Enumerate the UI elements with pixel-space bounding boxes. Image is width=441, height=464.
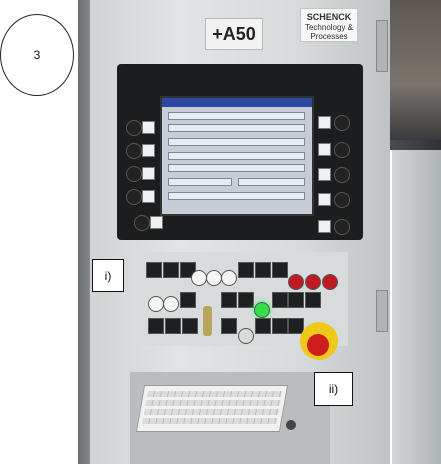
trackball[interactable] bbox=[286, 420, 296, 430]
figure-number: 3 bbox=[0, 14, 74, 96]
pushbutton[interactable] bbox=[272, 292, 288, 308]
keyboard[interactable] bbox=[135, 385, 289, 432]
key-switch[interactable] bbox=[203, 306, 212, 336]
softkey-round[interactable] bbox=[126, 166, 142, 182]
cabinet-tag: +A50 bbox=[205, 18, 263, 50]
brand-plate: SCHENCK Technology & Processes bbox=[300, 8, 358, 42]
screen-field bbox=[168, 164, 305, 172]
softkey-round[interactable] bbox=[126, 143, 142, 159]
screen-field bbox=[168, 112, 305, 120]
white-pushbutton[interactable] bbox=[206, 270, 222, 286]
softkey[interactable] bbox=[318, 116, 331, 129]
pushbutton[interactable] bbox=[221, 292, 237, 308]
screen-field bbox=[168, 178, 232, 186]
pushbutton[interactable] bbox=[255, 262, 271, 278]
pushbutton[interactable] bbox=[180, 292, 196, 308]
key-row bbox=[143, 409, 279, 415]
green-indicator-lamp bbox=[254, 302, 270, 318]
screen-field bbox=[168, 124, 305, 132]
red-pushbutton[interactable] bbox=[288, 274, 304, 290]
door-hinge bbox=[376, 20, 388, 72]
pushbutton[interactable] bbox=[148, 318, 164, 334]
brand-tagline: Technology & Processes bbox=[304, 22, 354, 42]
pushbutton[interactable] bbox=[182, 318, 198, 334]
key-row bbox=[142, 418, 278, 424]
softkey[interactable] bbox=[318, 193, 331, 206]
softkey-round[interactable] bbox=[334, 167, 350, 183]
softkey[interactable] bbox=[318, 143, 331, 156]
grey-pushbutton[interactable] bbox=[238, 328, 254, 344]
key-row bbox=[147, 391, 283, 397]
pushbutton[interactable] bbox=[165, 318, 181, 334]
softkey-round[interactable] bbox=[126, 120, 142, 136]
red-pushbutton[interactable] bbox=[322, 274, 338, 290]
key-row bbox=[145, 400, 281, 406]
softkey[interactable] bbox=[142, 167, 155, 180]
pushbutton[interactable] bbox=[163, 262, 179, 278]
softkey[interactable] bbox=[142, 121, 155, 134]
white-pushbutton[interactable] bbox=[191, 270, 207, 286]
screen-field bbox=[238, 178, 305, 186]
background-factory bbox=[388, 0, 441, 140]
pushbutton[interactable] bbox=[238, 262, 254, 278]
pushbutton[interactable] bbox=[221, 318, 237, 334]
pushbutton[interactable] bbox=[288, 292, 304, 308]
brand-name: SCHENCK bbox=[306, 12, 352, 22]
background-rack bbox=[392, 150, 441, 464]
red-pushbutton[interactable] bbox=[305, 274, 321, 290]
screen-field bbox=[168, 138, 305, 146]
annotation-label-i: i) bbox=[92, 259, 124, 292]
softkey-round[interactable] bbox=[334, 115, 350, 131]
pushbutton[interactable] bbox=[305, 292, 321, 308]
background-strip bbox=[388, 140, 441, 150]
screen-title-bar bbox=[162, 98, 312, 107]
softkey-round[interactable] bbox=[134, 215, 150, 231]
screen-field bbox=[168, 192, 305, 200]
hmi-screen[interactable] bbox=[160, 96, 314, 216]
pushbutton[interactable] bbox=[255, 318, 271, 334]
white-pushbutton[interactable] bbox=[221, 270, 237, 286]
softkey-round[interactable] bbox=[334, 192, 350, 208]
softkey[interactable] bbox=[142, 190, 155, 203]
screen-field bbox=[168, 152, 305, 160]
softkey-round[interactable] bbox=[126, 189, 142, 205]
emergency-stop-button[interactable] bbox=[307, 334, 329, 356]
pushbutton[interactable] bbox=[272, 262, 288, 278]
softkey-round[interactable] bbox=[334, 219, 350, 235]
door-hinge bbox=[376, 290, 388, 332]
softkey[interactable] bbox=[318, 168, 331, 181]
softkey[interactable] bbox=[150, 216, 163, 229]
white-pushbutton[interactable] bbox=[163, 296, 179, 312]
softkey-round[interactable] bbox=[334, 142, 350, 158]
pushbutton[interactable] bbox=[146, 262, 162, 278]
annotation-label-ii: ii) bbox=[314, 372, 353, 406]
pushbutton[interactable] bbox=[238, 292, 254, 308]
softkey[interactable] bbox=[142, 144, 155, 157]
pushbutton[interactable] bbox=[272, 318, 288, 334]
white-pushbutton[interactable] bbox=[148, 296, 164, 312]
softkey[interactable] bbox=[318, 220, 331, 233]
